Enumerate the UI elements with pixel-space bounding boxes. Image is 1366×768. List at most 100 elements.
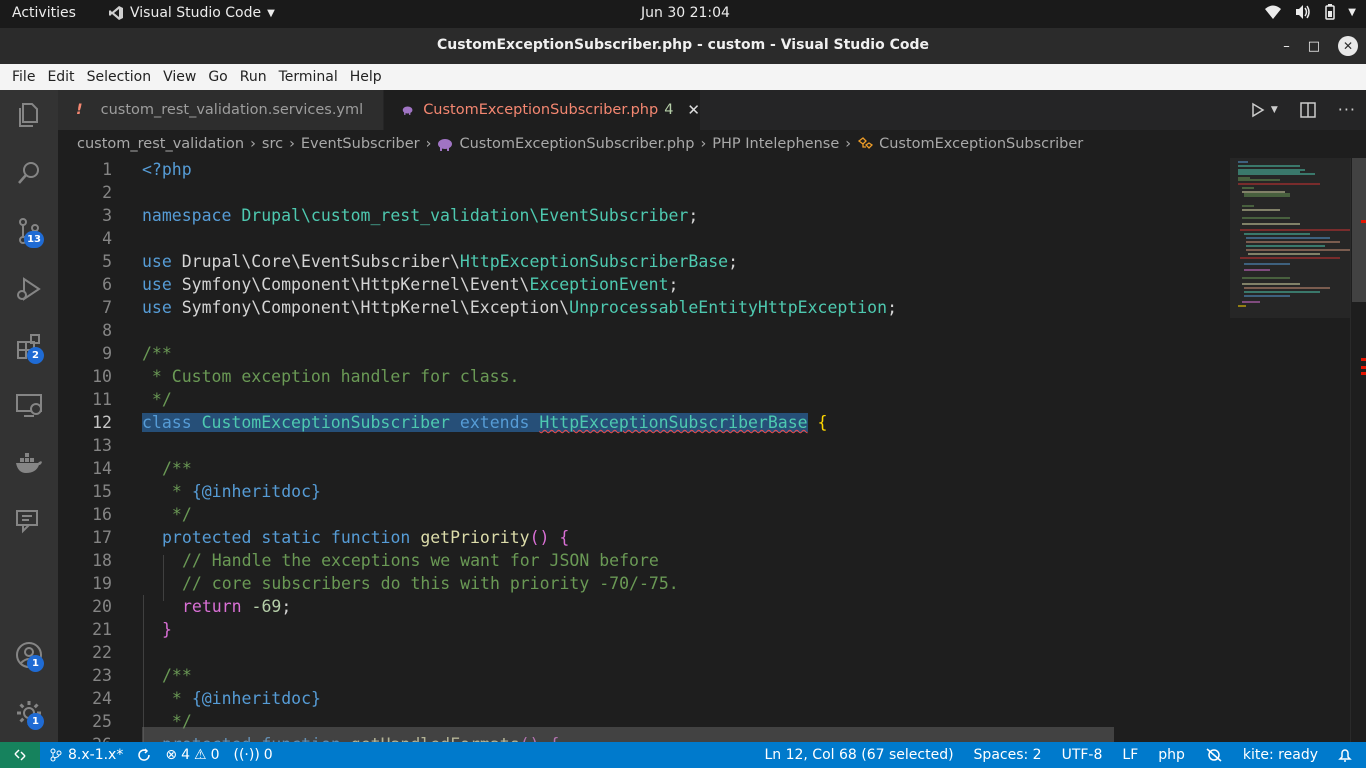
menu-terminal[interactable]: Terminal: [273, 69, 344, 85]
menu-go[interactable]: Go: [202, 69, 233, 85]
menu-help[interactable]: Help: [344, 69, 388, 85]
code-line: 6 use Symfony\Component\HttpKernel\Event\…: [102, 275, 679, 294]
breadcrumb-item[interactable]: src: [262, 136, 283, 152]
chevron-right-icon: ›: [425, 136, 432, 152]
problems-status[interactable]: ⊗ 4 ⚠ 0: [165, 747, 219, 763]
tab-label: CustomExceptionSubscriber.php: [423, 102, 659, 118]
cursor-position[interactable]: Ln 12, Col 68 (67 selected): [764, 747, 953, 763]
code-line: 4: [102, 229, 112, 248]
code-editor[interactable]: 1 <?php 2 3 namespace Drupal\custom_rest_v…: [58, 158, 1230, 742]
battery-icon: [1325, 4, 1336, 20]
extensions-badge: 2: [27, 347, 44, 364]
close-icon[interactable]: ✕: [1338, 36, 1358, 56]
extensions-icon[interactable]: 2: [12, 330, 46, 364]
ports-status[interactable]: ((·)) 0: [233, 747, 272, 763]
run-file-icon[interactable]: ▼: [1251, 102, 1278, 118]
split-editor-icon[interactable]: [1299, 101, 1316, 118]
remote-icon: [14, 749, 26, 761]
more-actions-icon[interactable]: ···: [1338, 100, 1356, 119]
source-control-badge: 13: [24, 231, 44, 248]
breadcrumb-item[interactable]: custom_rest_validation: [77, 136, 244, 152]
chevron-right-icon: ›: [845, 136, 852, 152]
encoding-status[interactable]: UTF-8: [1062, 747, 1103, 763]
activity-bar: 13 2 1 1: [0, 90, 58, 742]
eol-status[interactable]: LF: [1122, 747, 1138, 763]
accounts-icon[interactable]: 1: [12, 638, 46, 672]
code-line: 2: [102, 183, 112, 202]
antenna-icon: ((·)): [233, 747, 260, 763]
language-mode[interactable]: php: [1158, 747, 1185, 763]
chevron-down-icon: ▼: [1270, 104, 1278, 115]
menu-view[interactable]: View: [157, 69, 202, 85]
remote-explorer-icon[interactable]: [12, 388, 46, 422]
sync-icon[interactable]: [137, 748, 151, 762]
clock[interactable]: Jun 30 21:04: [641, 5, 730, 21]
source-control-icon[interactable]: 13: [12, 214, 46, 248]
breadcrumb-item[interactable]: EventSubscriber: [301, 136, 420, 152]
chevron-right-icon: ›: [289, 136, 295, 152]
kite-status[interactable]: kite: ready: [1243, 747, 1318, 763]
minimize-icon[interactable]: –: [1283, 39, 1290, 54]
tab-custom-exception-subscriber[interactable]: CustomExceptionSubscriber.php 4 ✕: [384, 90, 700, 130]
code-line: 15 * {@inheritdoc}: [92, 482, 321, 501]
code-line: 16 */: [92, 505, 192, 524]
close-icon[interactable]: ✕: [687, 101, 700, 119]
menu-edit[interactable]: Edit: [41, 69, 80, 85]
chevron-down-icon: ▼: [267, 7, 275, 19]
branch-name: 8.x-1.x*: [68, 747, 124, 763]
vertical-scrollbar[interactable]: [1350, 158, 1366, 742]
code-line: 8: [102, 321, 112, 340]
php-elephant-icon: [402, 106, 413, 115]
menu-run[interactable]: Run: [234, 69, 273, 85]
comments-icon[interactable]: [12, 504, 46, 538]
indentation-status[interactable]: Spaces: 2: [974, 747, 1042, 763]
settings-gear-icon[interactable]: 1: [12, 696, 46, 730]
chevron-right-icon: ›: [250, 136, 256, 152]
explorer-icon[interactable]: [12, 98, 46, 132]
warning-triangle-icon: ⚠: [194, 747, 207, 763]
code-line: 20 return -69;: [92, 597, 292, 616]
menu-bar: File Edit Selection View Go Run Terminal…: [0, 64, 1366, 90]
breadcrumb-item[interactable]: PHP Intelephense: [712, 136, 839, 152]
code-line: 3 namespace Drupal\custom_rest_validation…: [102, 206, 699, 225]
scrollbar-thumb[interactable]: [1352, 158, 1366, 302]
code-line: 9/**: [102, 344, 172, 363]
error-marker: [1361, 220, 1366, 223]
notifications-bell-icon[interactable]: [1338, 747, 1352, 763]
error-squiggle: HttpExceptionSubscriberBase: [539, 413, 808, 432]
tab-problem-count: 4: [664, 102, 674, 118]
code-line: 13: [92, 436, 112, 455]
code-line: 17 protected static function getPriority(…: [92, 528, 570, 547]
run-debug-icon[interactable]: [12, 272, 46, 306]
activities-button[interactable]: Activities: [12, 5, 76, 21]
menu-file[interactable]: File: [6, 69, 41, 85]
remote-indicator[interactable]: [0, 742, 40, 768]
tab-label: custom_rest_validation.services.yml: [100, 102, 364, 118]
maximize-icon[interactable]: □: [1308, 39, 1320, 54]
class-symbol-icon: [858, 137, 874, 149]
code-line: 10 * Custom exception handler for class.: [92, 367, 520, 386]
broadcast-off-icon[interactable]: [1205, 747, 1223, 763]
horizontal-scrollbar[interactable]: [142, 727, 1114, 742]
code-line: 23/**: [92, 666, 192, 685]
error-count: 4: [181, 747, 190, 763]
warning-exclamation-icon: !: [76, 102, 83, 118]
code-line-current: 12 class CustomExceptionSubscriber extend…: [92, 413, 828, 432]
tab-services-yml[interactable]: ! custom_rest_validation.services.yml: [58, 90, 384, 130]
code-line: 18// Handle the exceptions we want for J…: [92, 551, 659, 570]
breadcrumb-item[interactable]: CustomExceptionSubscriber.php: [459, 136, 694, 152]
branch-status[interactable]: 8.x-1.x*: [50, 747, 123, 763]
docker-icon[interactable]: [12, 446, 46, 480]
menu-selection[interactable]: Selection: [81, 69, 158, 85]
breadcrumb-item[interactable]: CustomExceptionSubscriber: [879, 136, 1083, 152]
editor-tab-bar: ! custom_rest_validation.services.yml Cu…: [58, 90, 1366, 130]
search-icon[interactable]: [12, 156, 46, 190]
code-line: 1 <?php: [102, 160, 192, 179]
app-name: Visual Studio Code: [130, 5, 262, 21]
wifi-icon: [1265, 5, 1282, 19]
breadcrumb: custom_rest_validation › src › EventSubs…: [58, 130, 1366, 158]
system-tray[interactable]: ▼: [1264, 4, 1356, 20]
ports-count: 0: [263, 747, 273, 763]
minimap[interactable]: [1230, 158, 1350, 742]
app-menu[interactable]: Visual Studio Code ▼: [108, 5, 275, 21]
